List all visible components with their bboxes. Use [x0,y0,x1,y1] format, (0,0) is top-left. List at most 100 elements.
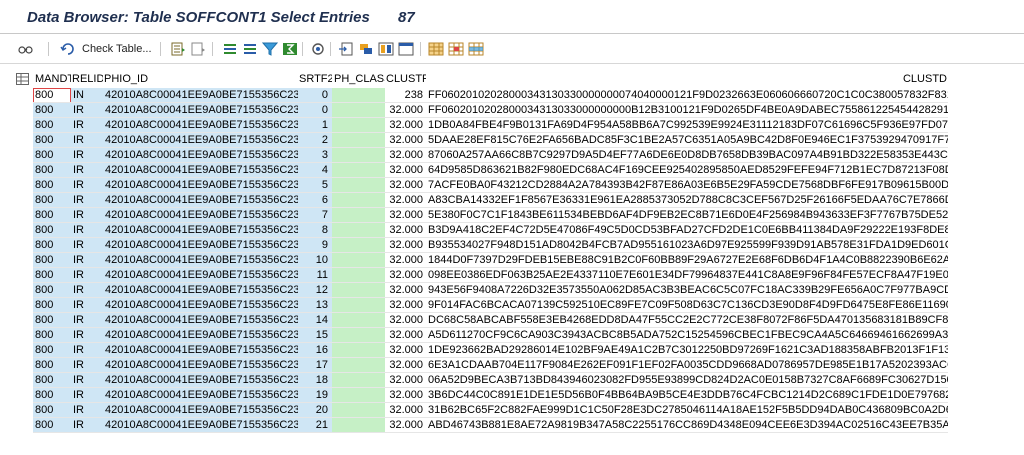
table-row[interactable]: 800 IR 42010A8C00041EE9A0BE7155356C23DC 13 3… [0,298,1024,313]
cell-relid[interactable]: IR [71,238,103,253]
cell-mandt[interactable]: 800 [33,103,71,118]
cell-phio-id[interactable]: 42010A8C00041EE9A0BE7155356C23DC [103,253,298,268]
cell-relid[interactable]: IR [71,268,103,283]
cell-mandt[interactable]: 800 [33,268,71,283]
cell-srtf2[interactable]: 17 [298,358,332,373]
cell-relid[interactable]: IR [71,373,103,388]
cell-clustd[interactable]: A5D611270CF9C6CA903C3943ACBC8B5ADA752C15… [426,328,948,343]
cell-relid[interactable]: IR [71,328,103,343]
cell-relid[interactable]: IR [71,283,103,298]
cell-ph-class[interactable] [332,343,385,358]
cell-relid[interactable]: IR [71,208,103,223]
cell-clustd[interactable]: B935534027F948D151AD8042B4FCB7AD95516102… [426,238,948,253]
column-header-phio-id[interactable]: PHIO_ID [104,70,298,88]
cell-phio-id[interactable]: 42010A8C00041EE9A0BE7155356C23DC [103,358,298,373]
cell-clustd[interactable]: 1844D0F7397D29FDEB15EBE88C91B2C0F60BB89F… [426,253,948,268]
cell-relid[interactable]: IR [71,178,103,193]
cell-srtf2[interactable]: 18 [298,373,332,388]
cell-clustd[interactable]: 1DE923662BAD29286014E102BF9AE49A1C2B7C30… [426,343,948,358]
cell-relid[interactable]: IR [71,298,103,313]
export-button[interactable] [338,40,354,58]
cell-clustd[interactable]: 1DB0A84FBE4F9B0131FA69D4F954A58BB6A7C992… [426,118,948,133]
column-header-relid[interactable]: RELID [72,70,103,88]
cell-mandt[interactable]: 800 [33,373,71,388]
table-row[interactable]: 800 IR 42010A8C00041EE9A0BE7155356C23DC 10 3… [0,253,1024,268]
cell-ph-class[interactable] [332,208,385,223]
cell-mandt[interactable]: 800 [33,403,71,418]
cell-clustr[interactable]: 32.000 [385,328,426,343]
cell-relid[interactable]: IR [71,118,103,133]
cell-mandt[interactable]: 800 [33,223,71,238]
cell-clustr[interactable]: 32.000 [385,418,426,433]
cell-clustr[interactable]: 32.000 [385,193,426,208]
cell-mandt[interactable]: 800 [33,208,71,223]
layout-button[interactable] [398,40,414,58]
table-row[interactable]: 800 IR 42010A8C00041EE9A0BE7155356C23DC 11 3… [0,268,1024,283]
grid-hl-button[interactable] [468,40,484,58]
cell-clustr[interactable]: 238 [385,88,426,103]
cell-mandt[interactable]: 800 [33,238,71,253]
table-row[interactable]: 800 IR 42010A8C00041EE9A0BE7155356C23DC 6 32… [0,193,1024,208]
cell-ph-class[interactable] [332,328,385,343]
cell-srtf2[interactable]: 6 [298,193,332,208]
glasses-button[interactable] [18,40,34,58]
cell-phio-id[interactable]: 42010A8C00041EE9A0BE7155356C23DC [103,223,298,238]
cell-relid[interactable]: IR [71,163,103,178]
cell-relid[interactable]: IR [71,388,103,403]
column-header-clustd[interactable]: CLUSTD [428,70,947,88]
cell-ph-class[interactable] [332,403,385,418]
table-row[interactable]: 800 IR 42010A8C00041EE9A0BE7155356C23DC 14 3… [0,313,1024,328]
cell-ph-class[interactable] [332,178,385,193]
cell-clustr[interactable]: 32.000 [385,283,426,298]
cell-phio-id[interactable]: 42010A8C00041EE9A0BE7155356C23DC [103,268,298,283]
cell-srtf2[interactable]: 13 [298,298,332,313]
cell-ph-class[interactable] [332,313,385,328]
cell-relid[interactable]: IR [71,148,103,163]
graph-button[interactable] [358,40,374,58]
column-settings-icon[interactable] [16,73,29,85]
cell-mandt[interactable]: 800 [33,388,71,403]
filter-button[interactable] [262,40,278,58]
cell-ph-class[interactable] [332,268,385,283]
cell-mandt[interactable]: 800 [33,118,71,133]
cell-mandt[interactable]: 800 [33,328,71,343]
cell-clustr[interactable]: 32.000 [385,403,426,418]
cell-ph-class[interactable] [332,133,385,148]
cell-clustr[interactable]: 32.000 [385,343,426,358]
column-header-ph-class[interactable]: PH_CLASS [334,70,385,88]
cell-phio-id[interactable]: 42010A8C00041EE9A0BE7155356C23DC [103,163,298,178]
cell-mandt[interactable]: 800 [33,358,71,373]
cell-srtf2[interactable]: 8 [298,223,332,238]
table-row[interactable]: 800 IR 42010A8C00041EE9A0BE7155356C23DC 21 3… [0,418,1024,433]
cell-phio-id[interactable]: 42010A8C00041EE9A0BE7155356C23DC [103,133,298,148]
cell-relid[interactable]: IR [71,313,103,328]
cell-clustr[interactable]: 32.000 [385,253,426,268]
cell-ph-class[interactable] [332,283,385,298]
cell-srtf2[interactable]: 7 [298,208,332,223]
column-header-clustr[interactable]: CLUSTR [386,70,426,88]
cell-mandt[interactable]: 800 [33,313,71,328]
cell-phio-id[interactable]: 42010A8C00041EE9A0BE7155356C23DC [103,328,298,343]
cell-mandt[interactable]: 800 [33,88,71,103]
table-row[interactable]: 800 IR 42010A8C00041EE9A0BE7155356C23DC 4 32… [0,163,1024,178]
cell-phio-id[interactable]: 42010A8C00041EE9A0BE7155356C23DC [103,193,298,208]
cell-srtf2[interactable]: 14 [298,313,332,328]
cell-phio-id[interactable]: 42010A8C00041EE9A0BE7155356C23DC [103,418,298,433]
grid-cols-button[interactable] [448,40,464,58]
cell-mandt[interactable]: 800 [33,283,71,298]
cell-clustd[interactable]: 06A52D9BECA3B713BD843946023082FD955E9389… [426,373,948,388]
cell-srtf2[interactable]: 5 [298,178,332,193]
cell-clustr[interactable]: 32.000 [385,148,426,163]
column-header-srtf2[interactable]: SRTF2 [299,70,332,88]
check-table-button[interactable]: Check Table... [60,40,152,58]
cell-clustd[interactable]: 3B6DC44C0C891E1DE1E5D56B0F4BB64BA9B5CE4E… [426,388,948,403]
cell-clustr[interactable]: 32.000 [385,223,426,238]
cell-srtf2[interactable]: 15 [298,328,332,343]
cell-phio-id[interactable]: 42010A8C00041EE9A0BE7155356C23DC [103,298,298,313]
cell-ph-class[interactable] [332,238,385,253]
abc-button[interactable] [378,40,394,58]
cell-clustd[interactable]: DC68C58ABCABF558E3EB4268EDD8DA47F55CC2E2… [426,313,948,328]
cell-phio-id[interactable]: 42010A8C00041EE9A0BE7155356C23DC [103,103,298,118]
cell-clustr[interactable]: 32.000 [385,208,426,223]
sort-asc-button[interactable] [222,40,238,58]
